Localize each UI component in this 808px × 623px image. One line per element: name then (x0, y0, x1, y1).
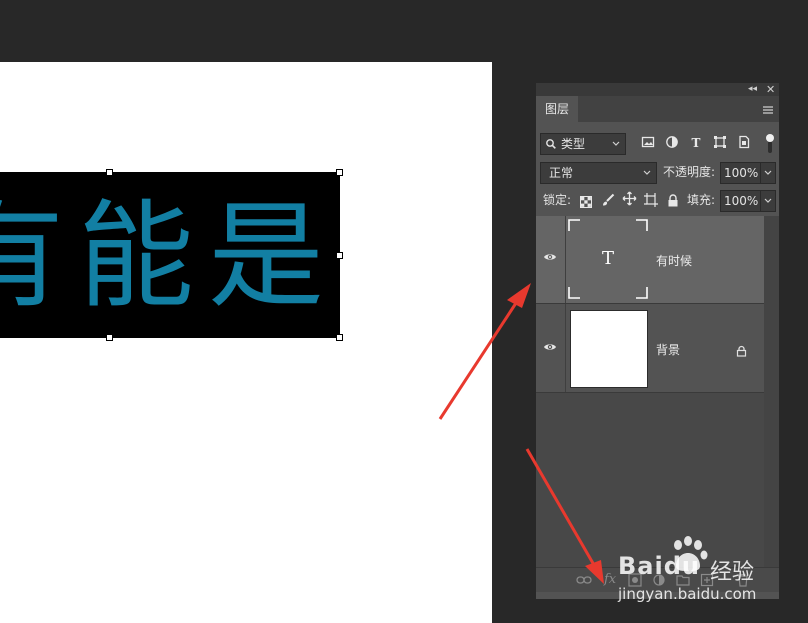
lock-label: 锁定: (543, 193, 572, 207)
fill-slider-toggle[interactable] (760, 190, 776, 212)
eye-icon[interactable] (543, 341, 557, 357)
watermark-url: jingyan.baidu.com (618, 585, 757, 603)
hamburger-menu-icon[interactable] (762, 101, 774, 114)
double-chevron-left-icon[interactable]: ◂◂ (748, 83, 757, 96)
layer-row-text[interactable]: T 有时候 (536, 216, 764, 303)
filter-toggle-icon[interactable] (765, 132, 775, 154)
adjustment-filter-icon[interactable] (664, 135, 680, 153)
watermark-brand: Baidu (618, 552, 700, 580)
close-icon[interactable]: ✕ (766, 83, 775, 96)
background-layer-thumbnail (570, 310, 648, 388)
layers-scrollbar[interactable] (764, 216, 779, 567)
visibility-column (536, 216, 566, 303)
visibility-column (536, 304, 566, 392)
type-filter-icon[interactable]: T (688, 135, 704, 151)
blend-mode-value: 正常 (549, 166, 574, 180)
eye-icon[interactable] (543, 251, 557, 267)
layer-name[interactable]: 背景 (656, 341, 680, 358)
chevron-down-icon (642, 163, 652, 189)
tab-layers[interactable]: 图层 (536, 96, 578, 122)
smart-object-filter-icon[interactable] (736, 135, 752, 153)
watermark: Baidu 经验 jingyan.baidu.com (600, 536, 800, 606)
text-layer-thumbnail: T (568, 219, 648, 299)
chevron-down-icon (611, 134, 621, 160)
lock-transparent-pixels-icon[interactable] (580, 193, 592, 212)
lock-position-icon[interactable] (622, 191, 637, 210)
transform-handle-bottom-right[interactable] (336, 334, 343, 341)
canvas-text[interactable]: 有能是 (0, 174, 348, 340)
search-icon (545, 134, 557, 160)
row-divider (536, 392, 764, 393)
document-canvas[interactable]: 有能是 (0, 62, 492, 623)
layers-panel: ◂◂ ✕ 图层 类型 T 正常 不透明度: 100% 锁定: 填充: 100% … (536, 83, 779, 599)
blend-mode-dropdown[interactable]: 正常 (540, 162, 657, 184)
shape-filter-icon[interactable] (712, 135, 728, 153)
opacity-input[interactable]: 100% (720, 162, 763, 184)
fill-input[interactable]: 100% (720, 190, 763, 212)
filter-kind-value: 类型 (561, 137, 586, 151)
link-layers-icon[interactable] (576, 568, 592, 601)
panel-tab-bar: 图层 (536, 96, 779, 122)
opacity-label: 不透明度: (663, 165, 716, 179)
opacity-slider-toggle[interactable] (760, 162, 776, 184)
type-layer-glyph: T (601, 248, 614, 269)
layer-name[interactable]: 有时候 (656, 252, 692, 269)
lock-artboard-icon[interactable] (644, 192, 658, 211)
transform-handle-bottom[interactable] (106, 334, 113, 341)
transform-handle-top-right[interactable] (336, 169, 343, 176)
fill-label: 填充: (687, 193, 716, 207)
lock-icon (736, 342, 747, 361)
lock-image-pixels-icon[interactable] (601, 192, 615, 211)
layers-list: T 有时候 背景 (536, 216, 764, 567)
transform-handle-top[interactable] (106, 169, 113, 176)
layer-row-background[interactable]: 背景 (536, 304, 764, 392)
filter-kind-dropdown[interactable]: 类型 (540, 133, 626, 155)
transform-handle-right[interactable] (336, 252, 343, 259)
lock-all-icon[interactable] (667, 192, 679, 211)
panel-title-bar: ◂◂ ✕ (536, 83, 779, 96)
watermark-brand-suffix: 经验 (710, 560, 755, 585)
image-filter-icon[interactable] (640, 135, 656, 153)
